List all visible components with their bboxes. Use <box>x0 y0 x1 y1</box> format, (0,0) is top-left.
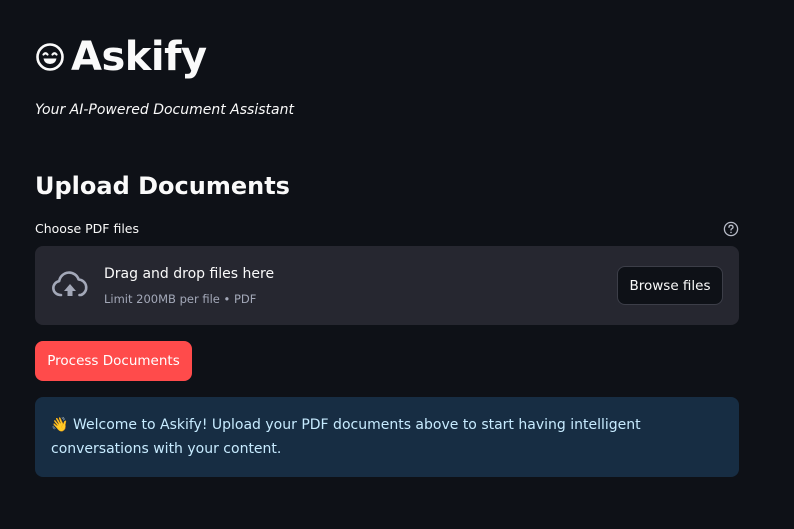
upload-heading: Upload Documents <box>35 172 290 200</box>
app-title: Askify <box>71 34 207 80</box>
app-header: Askify <box>35 34 207 80</box>
smiling-face-icon <box>35 42 65 72</box>
app-subtitle: Your AI-Powered Document Assistant <box>35 102 294 118</box>
dropzone-limit-text: Limit 200MB per file • PDF <box>104 292 257 306</box>
uploader-label: Choose PDF files <box>35 221 139 236</box>
question-circle-icon[interactable] <box>723 221 739 237</box>
cloud-upload-icon <box>51 271 89 301</box>
file-dropzone[interactable]: Drag and drop files here Limit 200MB per… <box>35 246 739 325</box>
welcome-info-alert: 👋 Welcome to Askify! Upload your PDF docu… <box>35 397 739 477</box>
process-documents-button[interactable]: Process Documents <box>35 341 192 381</box>
waving-hand-icon: 👋 <box>51 417 69 433</box>
browse-files-button[interactable]: Browse files <box>617 266 723 305</box>
dropzone-title: Drag and drop files here <box>104 266 275 282</box>
welcome-message-text: Welcome to Askify! Upload your PDF docum… <box>51 417 641 457</box>
